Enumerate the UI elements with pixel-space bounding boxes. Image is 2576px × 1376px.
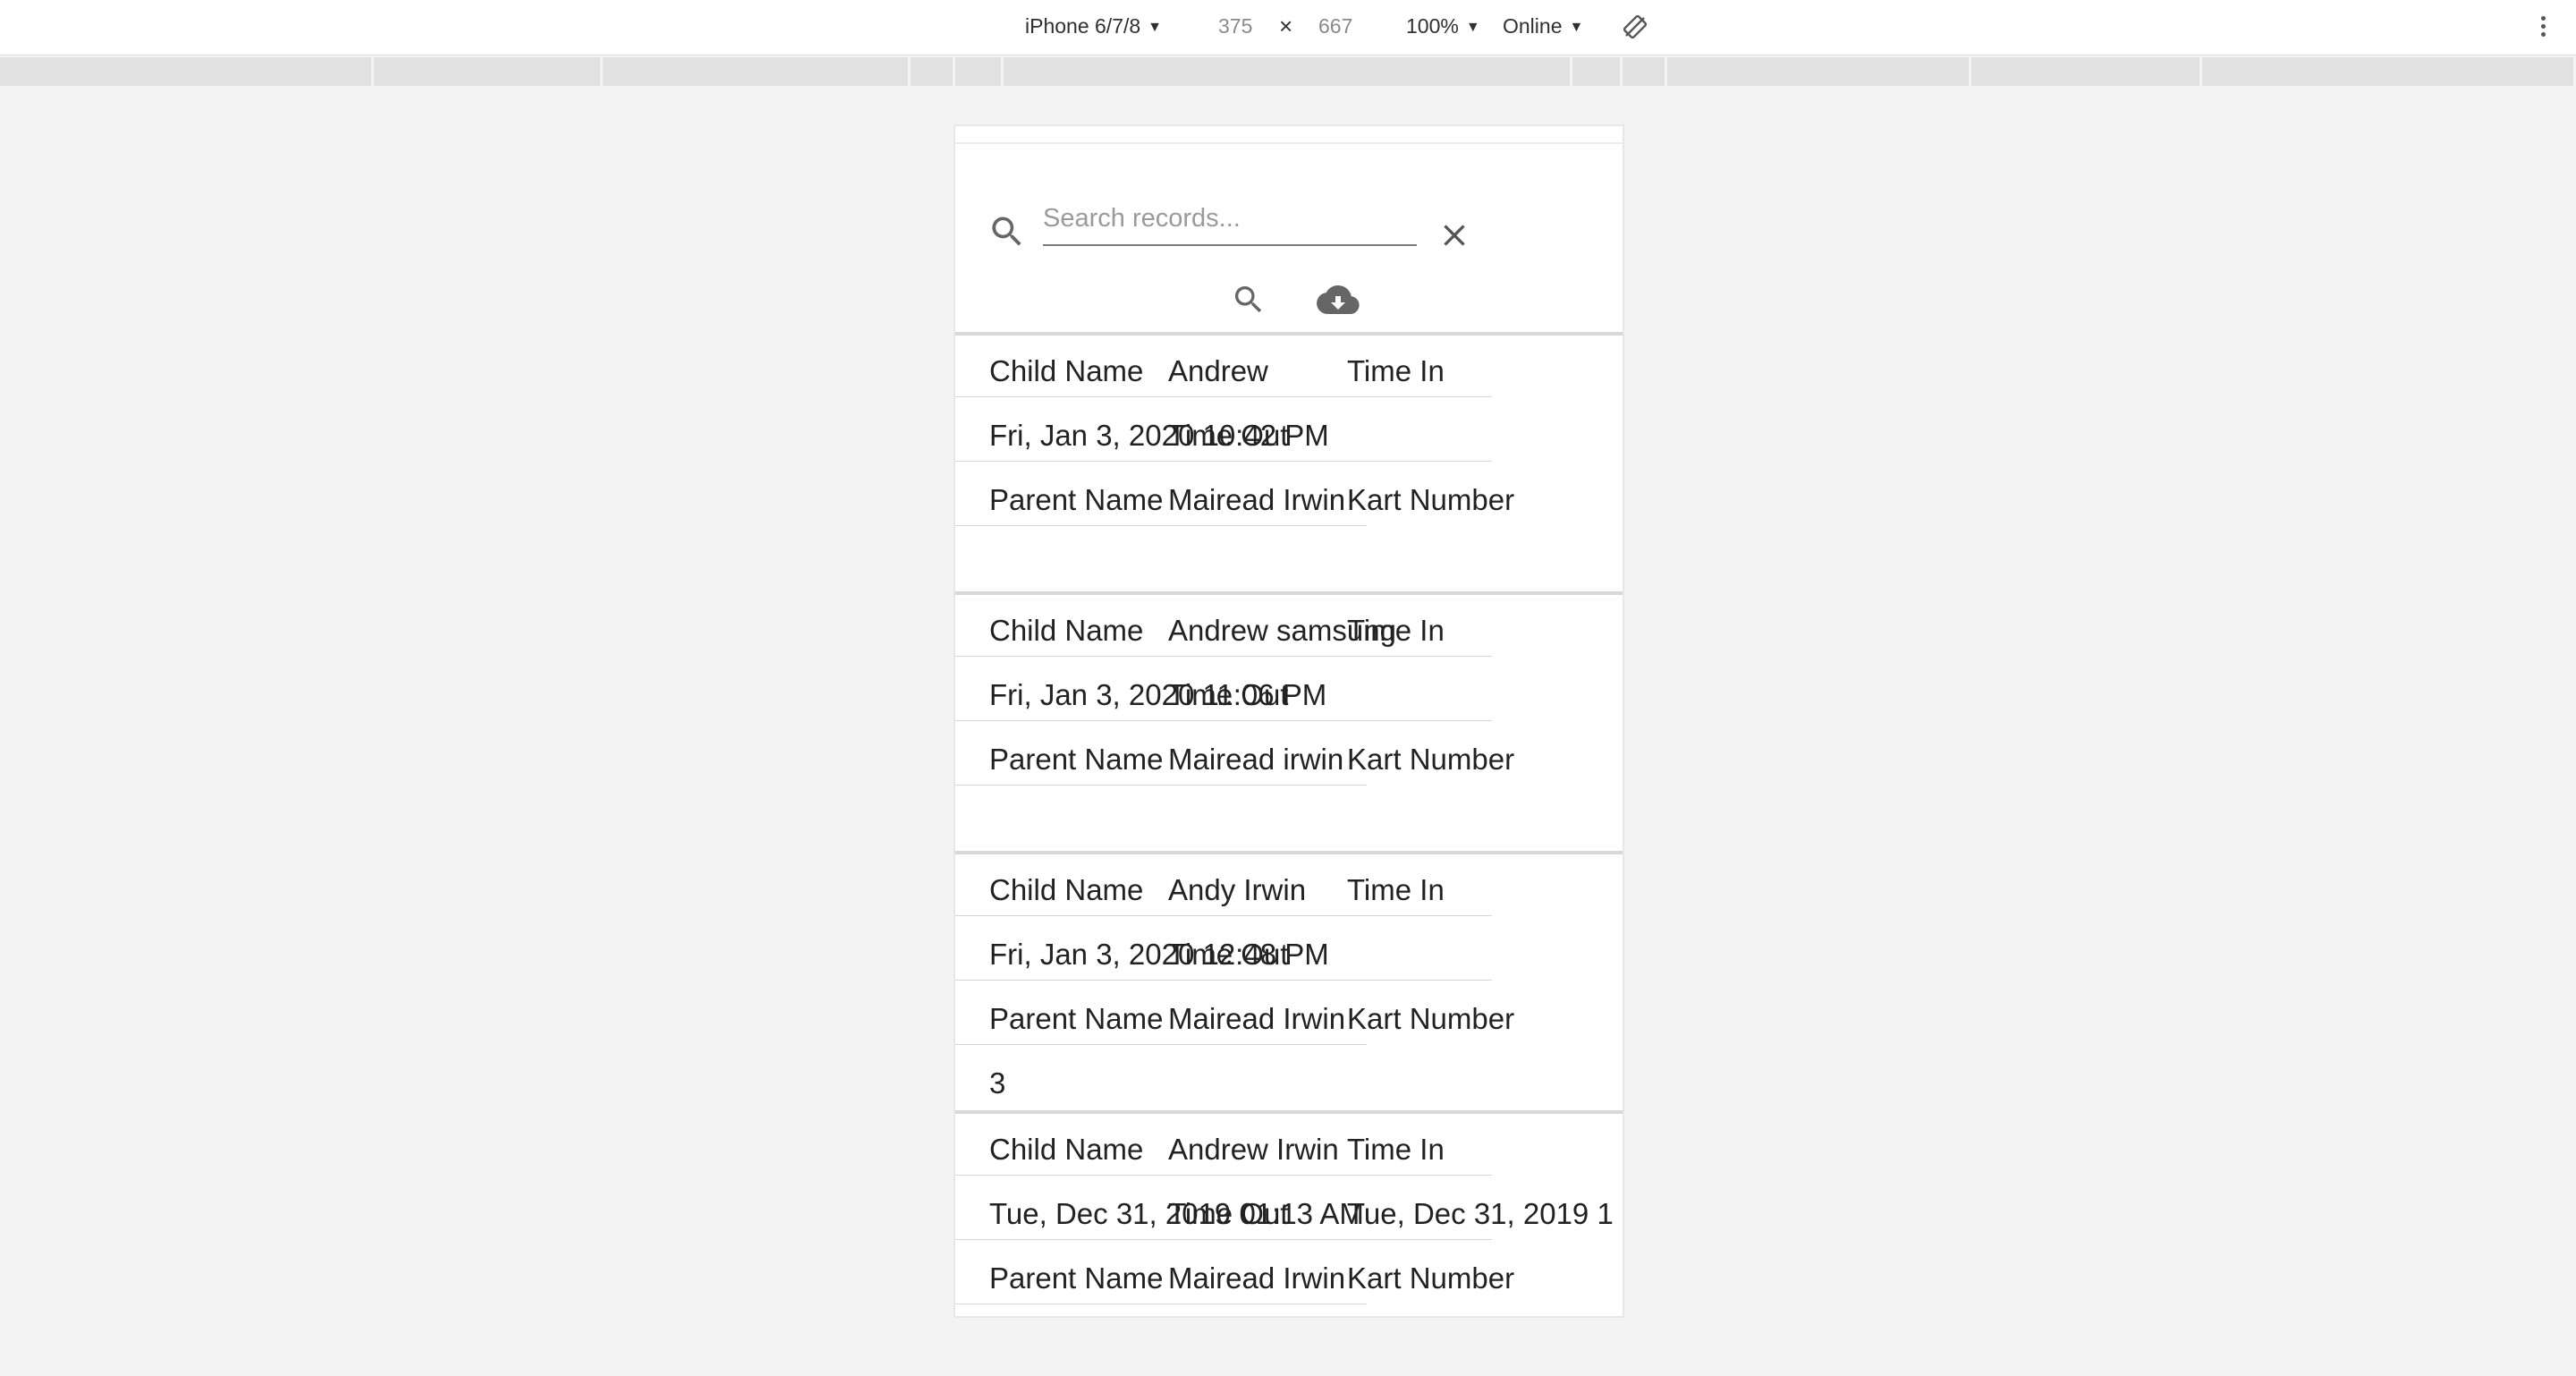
row-underline (955, 656, 1492, 657)
row-underline (955, 461, 1492, 462)
media-query-bar (0, 57, 2576, 86)
rotate-icon[interactable] (1621, 13, 1649, 41)
row-underline (955, 915, 1492, 916)
time-out-label: Time Out (1168, 678, 1289, 711)
child-name-value: Andy Irwin (1168, 873, 1307, 906)
zoom-value: 100% (1406, 14, 1459, 38)
media-query-segment[interactable] (2202, 57, 2576, 86)
row-underline (955, 396, 1492, 397)
kart-number-label: Kart Number (1347, 1261, 1515, 1295)
record-card[interactable]: Child Name Andrew Time In Fri, Jan 3, 20… (955, 336, 1623, 591)
media-query-segment[interactable] (1971, 57, 2202, 86)
media-query-segment[interactable] (374, 57, 603, 86)
media-query-segment[interactable] (1004, 57, 1572, 86)
width-input[interactable]: 375 (1218, 14, 1252, 38)
kart-number-label: Kart Number (1347, 743, 1515, 776)
parent-name-label: Parent Name (989, 743, 1164, 776)
dimension-separator: × (1279, 13, 1293, 39)
media-query-segment[interactable] (911, 57, 955, 86)
row-underline (955, 720, 1492, 721)
child-name-value: Andrew Irwin (1168, 1133, 1339, 1166)
row-underline (955, 525, 1367, 526)
parent-name-label: Parent Name (989, 483, 1164, 516)
cloud-download-icon[interactable] (1317, 282, 1360, 318)
child-name-label: Child Name (989, 354, 1144, 387)
more-options-icon[interactable] (2538, 13, 2547, 43)
kart-number-label: Kart Number (1347, 483, 1515, 516)
row-underline (955, 1175, 1492, 1176)
media-query-segment[interactable] (0, 57, 374, 86)
device-toolbar: iPhone 6/7/8 ▼ 375 × 667 100% ▼ Online ▼ (0, 0, 2576, 55)
row-underline (955, 980, 1492, 981)
device-viewport: Child Name Andrew Time In Fri, Jan 3, 20… (953, 124, 1624, 1318)
child-name-label: Child Name (989, 873, 1144, 906)
child-name-value: Andrew (1168, 354, 1268, 387)
kart-number-value: 3 (989, 1066, 1006, 1100)
parent-name-value: Mairead Irwin (1168, 483, 1346, 516)
row-underline (955, 1044, 1367, 1045)
media-query-segment[interactable] (1572, 57, 1623, 86)
record-card[interactable]: Child Name Andy Irwin Time In Fri, Jan 3… (955, 854, 1623, 1110)
parent-name-value: Mairead irwin (1168, 743, 1344, 776)
kart-number-label: Kart Number (1347, 1002, 1515, 1035)
search-bar (955, 162, 1623, 253)
chevron-down-icon: ▼ (1569, 20, 1584, 35)
child-name-label: Child Name (989, 614, 1144, 647)
media-query-segment[interactable] (955, 57, 1004, 86)
child-name-label: Child Name (989, 1133, 1144, 1166)
chevron-down-icon: ▼ (1465, 20, 1480, 35)
close-icon[interactable] (1436, 217, 1472, 253)
time-in-label: Time In (1347, 614, 1445, 647)
time-in-label: Time In (1347, 873, 1445, 906)
search-input[interactable] (1043, 196, 1417, 246)
time-in-label: Time In (1347, 1133, 1445, 1166)
time-out-label: Time Out (1168, 1197, 1289, 1230)
parent-name-value: Mairead Irwin (1168, 1261, 1346, 1295)
row-underline (955, 785, 1367, 786)
network-value: Online (1503, 14, 1563, 38)
device-name: iPhone 6/7/8 (1025, 14, 1141, 38)
record-card[interactable]: Child Name Andrew Irwin Time In Tue, Dec… (955, 1114, 1623, 1316)
media-query-segment[interactable] (603, 57, 911, 86)
media-query-segment[interactable] (1623, 57, 1667, 86)
media-query-segment[interactable] (1667, 57, 1971, 86)
record-card[interactable]: Child Name Andrew samsung Time In Fri, J… (955, 595, 1623, 851)
zoom-select[interactable]: 100% ▼ (1406, 14, 1480, 38)
time-in-label: Time In (1347, 354, 1445, 387)
search-icon[interactable] (1231, 282, 1267, 318)
row-underline (955, 1239, 1492, 1240)
divider (955, 142, 1623, 144)
network-select[interactable]: Online ▼ (1503, 14, 1583, 38)
parent-name-value: Mairead Irwin (1168, 1002, 1346, 1035)
search-icon (992, 217, 1021, 246)
height-input[interactable]: 667 (1318, 14, 1352, 38)
time-out-label: Time Out (1168, 938, 1289, 971)
time-out-label: Time Out (1168, 419, 1289, 452)
device-select[interactable]: iPhone 6/7/8 ▼ (1025, 14, 1162, 38)
time-out-value: Tue, Dec 31, 2019 1 (1347, 1197, 1614, 1230)
action-bar (955, 269, 1623, 332)
parent-name-label: Parent Name (989, 1261, 1164, 1295)
chevron-down-icon: ▼ (1148, 20, 1163, 35)
parent-name-label: Parent Name (989, 1002, 1164, 1035)
